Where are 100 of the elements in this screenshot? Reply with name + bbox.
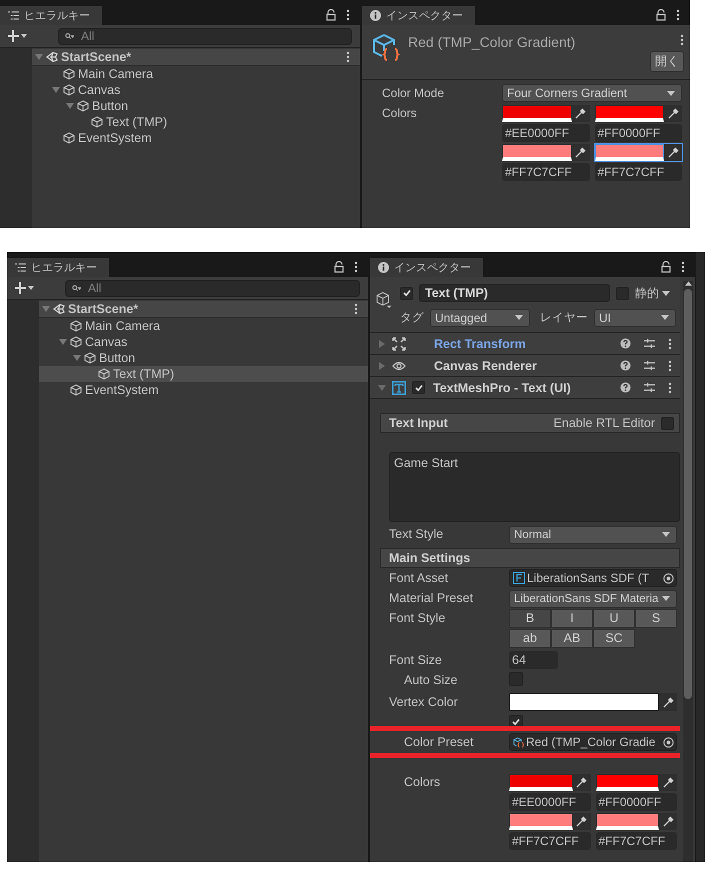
eyedropper-button[interactable] [659, 693, 677, 711]
style-toggle[interactable]: S [635, 608, 677, 628]
object-picker-icon[interactable] [663, 572, 674, 584]
more-options-icon[interactable] [676, 9, 680, 21]
object-field[interactable]: LiberationSans SDF (T [509, 569, 677, 587]
eyedropper-button[interactable] [572, 105, 590, 122]
lock-icon[interactable] [334, 261, 344, 273]
help-icon[interactable] [620, 360, 631, 371]
hierarchy-tab[interactable]: ヒエラルキー [7, 258, 109, 277]
hierarchy-item[interactable]: Button [32, 98, 360, 114]
add-button[interactable] [15, 282, 35, 294]
color-swatch[interactable] [509, 693, 659, 711]
color-swatch[interactable] [502, 105, 572, 122]
expand-arrow-icon[interactable] [59, 338, 67, 346]
color-swatch[interactable] [596, 813, 659, 830]
dropdown[interactable]: LiberationSans SDF Materia [509, 590, 677, 608]
expand-arrow-icon[interactable] [52, 86, 60, 94]
lock-icon[interactable] [661, 261, 671, 273]
hierarchy-item[interactable]: EventSystem [32, 130, 360, 146]
settings-sliders-icon[interactable] [644, 382, 655, 393]
add-button[interactable] [8, 30, 28, 42]
eyedropper-button[interactable] [664, 144, 682, 161]
more-options-icon[interactable] [668, 338, 672, 350]
lock-icon[interactable] [326, 9, 336, 21]
component-header[interactable]: Rect Transform [370, 333, 680, 355]
more-options-icon[interactable] [681, 261, 685, 273]
static-dropdown[interactable]: 静的 [635, 284, 676, 302]
hex-field[interactable]: #FF0000FF [596, 793, 677, 811]
color-swatch[interactable] [594, 144, 664, 161]
component-header[interactable]: Canvas Renderer [370, 355, 680, 377]
scene-row[interactable]: StartScene* [39, 301, 368, 318]
eyedropper-button[interactable] [572, 144, 590, 161]
eyedropper-button[interactable] [659, 774, 677, 791]
more-options-icon[interactable] [346, 51, 350, 63]
color-swatch[interactable] [596, 774, 659, 791]
hex-field[interactable]: #EE0000FF [509, 793, 590, 811]
hierarchy-item[interactable]: Text (TMP) [32, 114, 360, 130]
checkbox[interactable] [412, 381, 425, 394]
color-swatch[interactable] [509, 813, 572, 830]
object-field[interactable]: Red (TMP_Color Gradie [509, 733, 677, 751]
scroll-up-icon[interactable] [684, 281, 692, 286]
eyedropper-button[interactable] [572, 813, 590, 830]
hex-field[interactable]: #FF7C7CFF [509, 832, 590, 850]
more-options-icon[interactable] [354, 261, 358, 273]
hex-field[interactable]: #FF7C7CFF [596, 832, 677, 850]
dropdown[interactable]: Normal [509, 526, 677, 544]
inspector-tab[interactable]: インスペクター [362, 6, 475, 25]
scene-row[interactable]: StartScene* [32, 49, 360, 66]
expand-arrow-icon[interactable] [73, 354, 81, 362]
expand-arrow-icon[interactable] [66, 102, 74, 110]
dropdown[interactable]: Untagged [430, 308, 530, 326]
eyedropper-button[interactable] [659, 813, 677, 830]
settings-sliders-icon[interactable] [644, 338, 655, 349]
style-toggle[interactable]: ab [509, 628, 551, 648]
settings-sliders-icon[interactable] [644, 360, 655, 371]
more-options-icon[interactable] [680, 34, 684, 46]
hex-field[interactable]: #EE0000FF [502, 124, 590, 142]
color-swatch[interactable] [509, 774, 572, 791]
hierarchy-item[interactable]: Main Camera [39, 318, 368, 334]
name-field[interactable]: Text (TMP) [419, 284, 610, 302]
hierarchy-item[interactable]: Canvas [39, 334, 368, 350]
search-field[interactable]: All [58, 28, 352, 44]
lock-icon[interactable] [656, 9, 666, 21]
hex-field[interactable]: #FF7C7CFF [502, 163, 590, 181]
checkbox[interactable] [400, 286, 413, 300]
text-area[interactable]: Game Start [389, 452, 680, 522]
help-icon[interactable] [620, 338, 631, 349]
hierarchy-tab[interactable]: ヒエラルキー [0, 6, 102, 25]
open-button[interactable]: 開く [650, 51, 684, 72]
search-field[interactable]: All [65, 280, 360, 296]
style-toggle[interactable]: I [551, 608, 593, 628]
help-icon[interactable] [620, 382, 631, 393]
scrollbar[interactable] [683, 281, 693, 862]
hierarchy-item[interactable]: Main Camera [32, 66, 360, 82]
checkbox[interactable] [661, 416, 674, 430]
color-swatch[interactable] [502, 144, 572, 161]
dropdown[interactable]: UI [594, 308, 676, 326]
inspector-tab[interactable]: インスペクター [370, 258, 483, 277]
object-picker-icon[interactable] [663, 736, 674, 748]
component-header[interactable]: TextMeshPro - Text (UI) [370, 377, 680, 399]
hex-field[interactable]: #FF7C7CFF [594, 163, 682, 181]
hierarchy-item[interactable]: Canvas [32, 82, 360, 98]
style-toggle[interactable]: SC [593, 628, 635, 648]
dropdown[interactable]: Four Corners Gradient [502, 84, 682, 102]
number-field[interactable]: 64 [509, 651, 558, 669]
style-toggle[interactable]: AB [551, 628, 593, 648]
more-options-icon[interactable] [346, 9, 350, 21]
hierarchy-item[interactable]: Button [39, 350, 368, 366]
eyedropper-button[interactable] [664, 105, 682, 122]
style-toggle[interactable]: B [509, 608, 551, 628]
hex-field[interactable]: #FF0000FF [594, 124, 682, 142]
style-toggle[interactable]: U [593, 608, 635, 628]
checkbox[interactable] [616, 286, 629, 300]
more-options-icon[interactable] [354, 303, 358, 315]
eyedropper-button[interactable] [572, 774, 590, 791]
hierarchy-item[interactable]: EventSystem [39, 382, 368, 398]
more-options-icon[interactable] [668, 382, 672, 394]
color-swatch[interactable] [594, 105, 664, 122]
more-options-icon[interactable] [668, 360, 672, 372]
hierarchy-item[interactable]: Text (TMP) [39, 366, 368, 382]
